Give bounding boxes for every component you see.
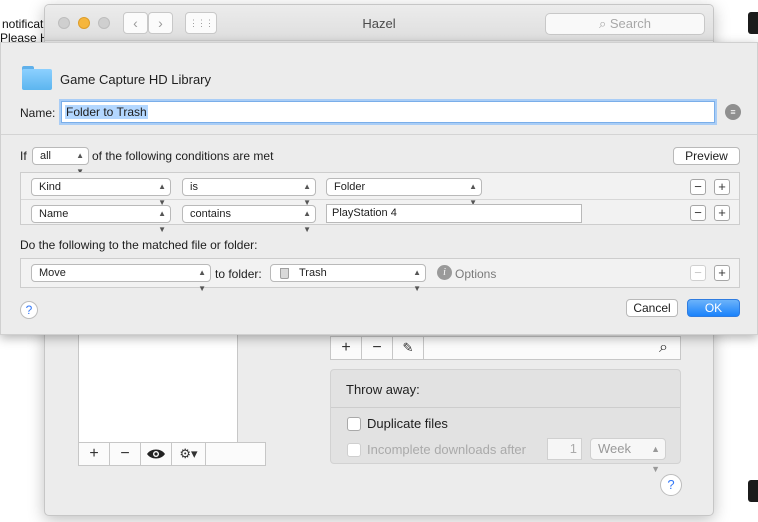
cancel-button[interactable]: Cancel: [626, 299, 678, 317]
preview-button[interactable]: Preview: [673, 147, 740, 165]
minus-icon: −: [694, 265, 702, 280]
condition-operator-value: is: [190, 181, 198, 193]
rule-name-input[interactable]: Folder to Trash: [61, 101, 715, 123]
minus-icon: −: [694, 179, 702, 194]
minus-icon: −: [694, 205, 702, 220]
match-mode-value: all: [40, 150, 52, 162]
background-text-line1: notificati: [2, 17, 47, 31]
remove-action-button[interactable]: −: [690, 265, 706, 281]
action-type-value: Move: [39, 267, 66, 279]
ok-button[interactable]: OK: [687, 299, 740, 317]
actions-label: Do the following to the matched file or …: [20, 238, 258, 252]
folder-name: Game Capture HD Library: [60, 72, 211, 87]
folder-icon: [22, 66, 52, 90]
unit-value: Week: [598, 441, 631, 456]
search-icon: ⌕: [598, 16, 610, 31]
add-condition-button[interactable]: +: [714, 179, 730, 195]
duplicate-files-checkbox[interactable]: Duplicate files: [347, 416, 448, 431]
folder-list[interactable]: [78, 320, 238, 449]
plus-icon: +: [718, 205, 726, 220]
conditions-box: Kind ▲ ▼ is ▲ ▼ Folder ▲ ▼ − + Name ▲ ▼ contains…: [20, 172, 740, 234]
search-input[interactable]: ⌕ Search: [545, 13, 705, 35]
name-label: Name:: [20, 106, 56, 120]
folder-list-toolbar: + − ⚙▾: [78, 442, 266, 466]
condition-value-input[interactable]: PlayStation 4: [326, 204, 582, 223]
conditions-label: of the following conditions are met: [92, 149, 274, 163]
condition-operator-select[interactable]: is ▲ ▼: [182, 178, 316, 207]
duplicate-files-label: Duplicate files: [367, 416, 448, 431]
rules-toolbar: + − ✎ ⌕: [330, 336, 681, 360]
plus-icon: +: [341, 339, 351, 356]
remove-folder-button[interactable]: −: [110, 443, 141, 465]
help-button[interactable]: ?: [20, 301, 38, 319]
remove-condition-button[interactable]: −: [690, 179, 706, 195]
incomplete-downloads-checkbox[interactable]: Incomplete downloads after: [347, 442, 526, 457]
trash-icon: [280, 268, 289, 279]
destination-folder-value: Trash: [299, 267, 327, 279]
destination-folder-select[interactable]: Trash ▲ ▼: [270, 264, 426, 293]
actions-box: Move ▲ ▼ Trash ▲ ▼ − +: [20, 258, 740, 293]
plus-icon: +: [718, 265, 726, 280]
condition-attribute-value: Name: [39, 208, 69, 220]
title-bar: ‹ › ⋮⋮⋮ Hazel ⌕ Search: [45, 5, 713, 41]
add-condition-button[interactable]: +: [714, 205, 730, 221]
condition-attribute-value: Kind: [39, 181, 62, 193]
rule-notes-icon[interactable]: ≡: [725, 104, 741, 120]
updown-icon: ▲▼: [651, 444, 660, 474]
help-button[interactable]: ?: [660, 474, 682, 496]
incomplete-downloads-count[interactable]: 1: [547, 438, 582, 460]
minus-icon: −: [120, 445, 130, 462]
edit-rule-button[interactable]: ✎: [393, 337, 424, 359]
condition-operator-select[interactable]: contains ▲ ▼: [182, 205, 316, 234]
condition-attribute-select[interactable]: Name ▲ ▼: [31, 205, 171, 234]
rule-name-value: Folder to Trash: [65, 105, 148, 119]
rule-editor-sheet: Game Capture HD Library Name: Folder to …: [0, 42, 758, 335]
action-type-select[interactable]: Move ▲ ▼: [31, 264, 211, 293]
search-placeholder: Search: [609, 16, 652, 31]
eye-icon: [147, 449, 165, 459]
toggle-preview-button[interactable]: [141, 443, 172, 465]
incomplete-downloads-label: Incomplete downloads after: [367, 442, 526, 457]
match-mode-select[interactable]: all▲▼: [32, 147, 89, 176]
pencil-icon: ✎: [402, 340, 414, 355]
remove-condition-button[interactable]: −: [690, 205, 706, 221]
if-label: If: [20, 149, 27, 163]
rule-search-button[interactable]: ⌕: [424, 337, 680, 359]
options-label[interactable]: Options: [455, 267, 496, 281]
incomplete-downloads-unit-select[interactable]: Week ▲ ▼: [590, 438, 666, 474]
condition-value-value: Folder: [334, 181, 366, 193]
magnifier-icon: ⌕: [659, 339, 668, 356]
condition-operator-value: contains: [190, 208, 231, 220]
to-folder-label: to folder:: [215, 267, 262, 281]
folder-actions-menu[interactable]: ⚙▾: [172, 443, 206, 465]
minus-icon: −: [372, 339, 382, 356]
throw-away-panel: Throw away: Duplicate files Incomplete d…: [330, 369, 681, 474]
add-rule-button[interactable]: +: [331, 337, 362, 359]
remove-rule-button[interactable]: −: [362, 337, 393, 359]
condition-attribute-select[interactable]: Kind ▲ ▼: [31, 178, 171, 207]
gear-icon: ⚙▾: [179, 446, 198, 461]
plus-icon: +: [718, 179, 726, 194]
add-folder-button[interactable]: +: [79, 443, 110, 465]
info-icon[interactable]: i: [437, 265, 452, 280]
plus-icon: +: [89, 445, 99, 462]
throw-away-title: Throw away:: [346, 382, 420, 397]
add-action-button[interactable]: +: [714, 265, 730, 281]
condition-value-select[interactable]: Folder ▲ ▼: [326, 178, 482, 207]
